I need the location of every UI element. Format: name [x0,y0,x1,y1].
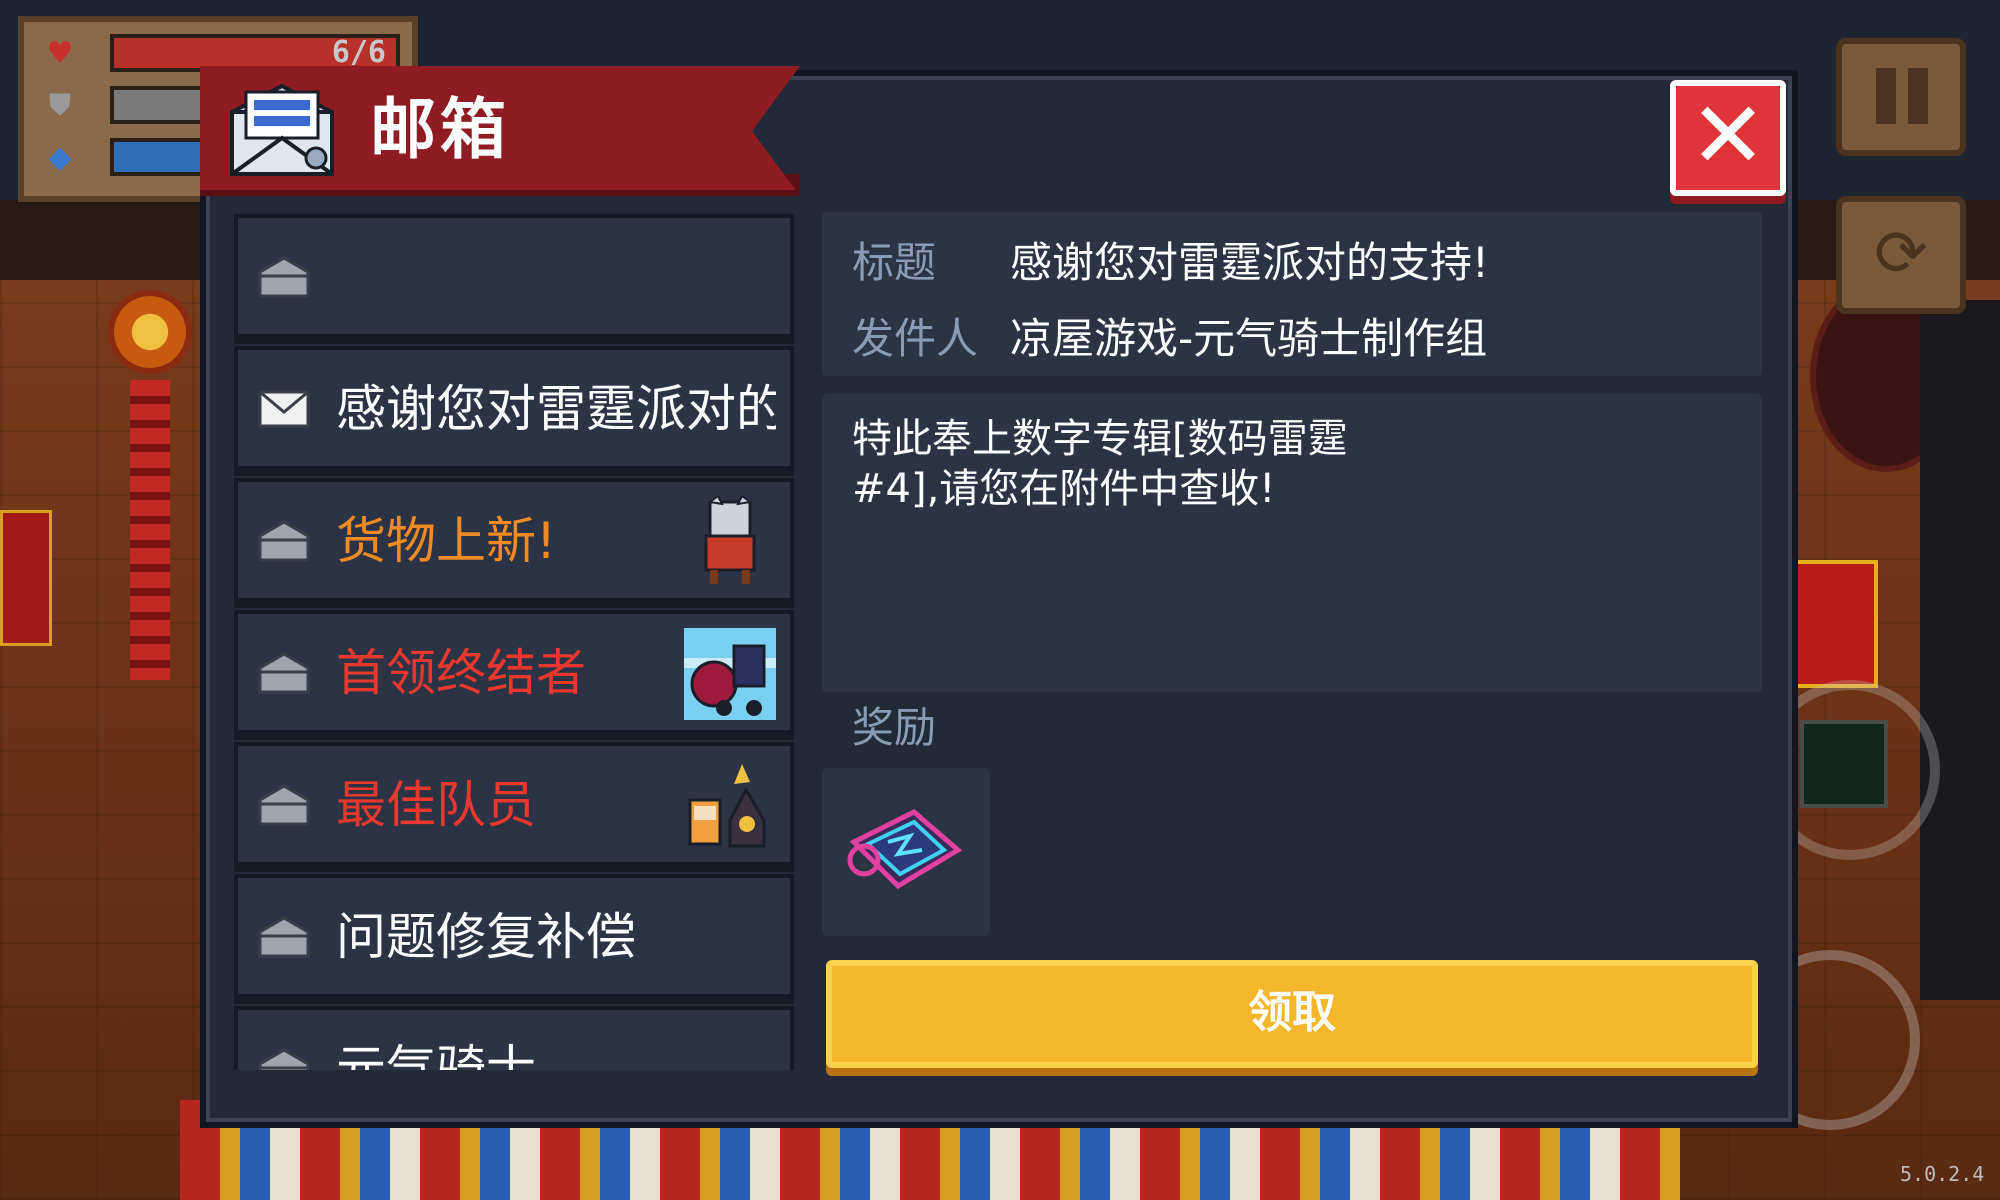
pause-icon-right [1908,68,1928,124]
claim-button[interactable]: 领取 [826,960,1758,1068]
subject-key: 标题 [852,238,937,287]
pause-button[interactable] [1836,38,1966,156]
mail-item[interactable]: 首领终结者 [234,610,794,734]
envelope-opened-icon [258,1048,310,1070]
mail-header-panel: 标题 感谢您对雷霆派对的支持! 发件人 凉屋游戏-元气骑士制作组 [822,212,1762,376]
envelope-opened-icon [258,784,310,826]
health-value: 6/6 [331,35,386,70]
pause-icon-left [1876,68,1896,124]
mailbox-icon [230,83,334,176]
version-label: 5.0.2.4 [1900,1162,1985,1186]
mail-item-selected[interactable]: 感谢您对雷霆派对的支持! [234,346,794,470]
swap-character-button[interactable]: ⟳ [1836,196,1966,314]
close-icon: ✕ [1689,82,1767,189]
scene-lantern [108,290,192,374]
envelope-opened-icon [258,916,310,958]
mail-body-panel: 特此奉上数字专辑[数码雷霆 #4],请您在附件中查收! [822,394,1762,692]
reward-label: 奖励 [852,703,937,752]
mail-item-label: 最佳队员 [336,776,536,834]
cat-merchant-icon [704,496,756,584]
mail-list[interactable]: 感谢您对雷霆派对的支持! 货物上新! 首领终结者 [234,210,798,1070]
subject-value: 感谢您对雷霆派对的支持! [1010,238,1489,287]
mail-item[interactable]: 元气骑士 [234,1006,794,1070]
envelope-unread-icon [258,390,310,428]
close-button[interactable]: ✕ [1670,80,1786,196]
mail-item-label: 感谢您对雷霆派对的支持! [336,380,776,438]
diamond-icon: ◆ [48,140,72,175]
scene-right-cabinet [1920,300,2000,1000]
sender-value: 凉屋游戏-元气骑士制作组 [1010,314,1488,363]
mail-item-label: 元气骑士 [336,1040,536,1070]
mail-item[interactable]: 货物上新! [234,478,794,602]
mail-item-label: 问题修复补偿 [336,908,636,966]
mail-item-label: 首领终结者 [336,644,586,702]
scene-red-panel-right [1790,560,1878,688]
scene-firecracker-pillar [130,380,170,680]
heart-icon: ♥ [46,36,74,71]
mail-body-text: 特此奉上数字专辑[数码雷霆 #4],请您在附件中查收! [852,416,1348,512]
mail-item[interactable]: 最佳队员 [234,742,794,866]
envelope-opened-icon [258,652,310,694]
swap-icon: ⟳ [1874,217,1928,291]
mail-item-label: 货物上新! [336,512,557,570]
envelope-opened-icon [258,520,310,562]
mail-item[interactable] [234,214,794,338]
scene-red-panel-left [0,510,52,646]
dialog-title: 邮箱 [370,91,510,168]
mail-item[interactable]: 问题修复补偿 [234,874,794,998]
shield-icon: ⛊ [48,88,72,123]
boss-portrait-icon [684,628,776,720]
digital-album-icon [847,809,963,890]
envelope-opened-icon [258,256,310,298]
reward-slot[interactable] [822,768,990,936]
sender-key: 发件人 [852,314,979,363]
teammates-icon [688,764,766,848]
